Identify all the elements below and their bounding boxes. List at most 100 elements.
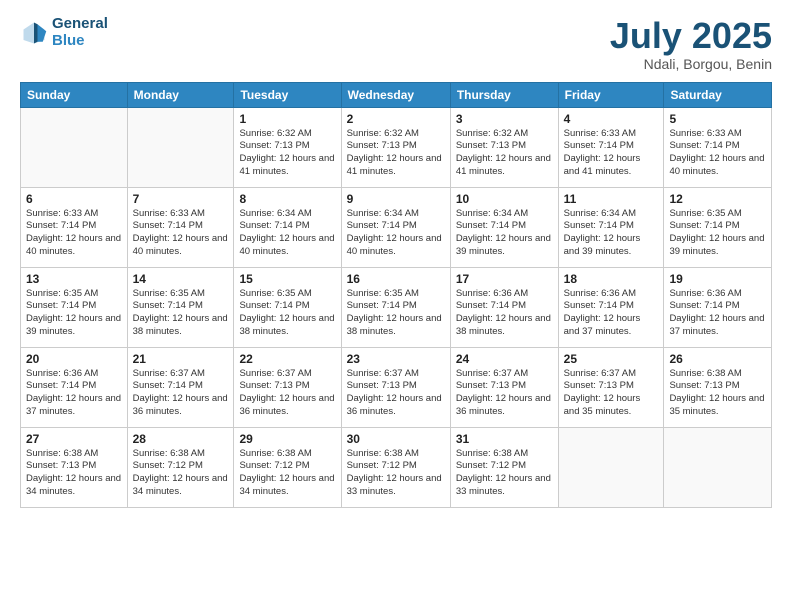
day-number: 11 xyxy=(564,192,659,206)
day-number: 20 xyxy=(26,352,122,366)
calendar-cell xyxy=(21,107,128,187)
calendar-week-row: 1 Sunrise: 6:32 AM Sunset: 7:13 PM Daylig… xyxy=(21,107,772,187)
day-number: 5 xyxy=(669,112,766,126)
calendar-cell: 13 Sunrise: 6:35 AM Sunset: 7:14 PM Dayli… xyxy=(21,267,128,347)
month-title: July 2025 xyxy=(610,16,772,56)
calendar-cell: 23 Sunrise: 6:37 AM Sunset: 7:13 PM Dayli… xyxy=(341,347,450,427)
calendar-cell: 8 Sunrise: 6:34 AM Sunset: 7:14 PM Daylig… xyxy=(234,187,341,267)
day-info: Sunrise: 6:38 AM Sunset: 7:12 PM Dayligh… xyxy=(133,448,229,499)
calendar-cell: 2 Sunrise: 6:32 AM Sunset: 7:13 PM Daylig… xyxy=(341,107,450,187)
day-info: Sunrise: 6:37 AM Sunset: 7:13 PM Dayligh… xyxy=(564,368,659,419)
day-number: 25 xyxy=(564,352,659,366)
weekday-header: Thursday xyxy=(450,82,558,107)
day-number: 29 xyxy=(239,432,335,446)
day-info: Sunrise: 6:32 AM Sunset: 7:13 PM Dayligh… xyxy=(456,128,553,179)
calendar-cell: 16 Sunrise: 6:35 AM Sunset: 7:14 PM Dayli… xyxy=(341,267,450,347)
day-info: Sunrise: 6:38 AM Sunset: 7:12 PM Dayligh… xyxy=(456,448,553,499)
calendar: SundayMondayTuesdayWednesdayThursdayFrid… xyxy=(20,82,772,508)
day-info: Sunrise: 6:35 AM Sunset: 7:14 PM Dayligh… xyxy=(26,288,122,339)
calendar-cell: 31 Sunrise: 6:38 AM Sunset: 7:12 PM Dayli… xyxy=(450,427,558,507)
weekday-header: Sunday xyxy=(21,82,128,107)
day-info: Sunrise: 6:34 AM Sunset: 7:14 PM Dayligh… xyxy=(456,208,553,259)
page: General Blue July 2025 Ndali, Borgou, Be… xyxy=(0,0,792,612)
calendar-cell: 22 Sunrise: 6:37 AM Sunset: 7:13 PM Dayli… xyxy=(234,347,341,427)
day-number: 14 xyxy=(133,272,229,286)
day-number: 30 xyxy=(347,432,445,446)
calendar-week-row: 27 Sunrise: 6:38 AM Sunset: 7:13 PM Dayli… xyxy=(21,427,772,507)
day-info: Sunrise: 6:36 AM Sunset: 7:14 PM Dayligh… xyxy=(26,368,122,419)
calendar-cell: 3 Sunrise: 6:32 AM Sunset: 7:13 PM Daylig… xyxy=(450,107,558,187)
day-info: Sunrise: 6:37 AM Sunset: 7:14 PM Dayligh… xyxy=(133,368,229,419)
day-info: Sunrise: 6:33 AM Sunset: 7:14 PM Dayligh… xyxy=(26,208,122,259)
day-info: Sunrise: 6:33 AM Sunset: 7:14 PM Dayligh… xyxy=(564,128,659,179)
calendar-week-row: 13 Sunrise: 6:35 AM Sunset: 7:14 PM Dayli… xyxy=(21,267,772,347)
day-number: 1 xyxy=(239,112,335,126)
day-number: 18 xyxy=(564,272,659,286)
day-info: Sunrise: 6:38 AM Sunset: 7:12 PM Dayligh… xyxy=(347,448,445,499)
location-title: Ndali, Borgou, Benin xyxy=(610,56,772,72)
day-number: 28 xyxy=(133,432,229,446)
day-info: Sunrise: 6:38 AM Sunset: 7:13 PM Dayligh… xyxy=(669,368,766,419)
day-info: Sunrise: 6:38 AM Sunset: 7:12 PM Dayligh… xyxy=(239,448,335,499)
day-info: Sunrise: 6:34 AM Sunset: 7:14 PM Dayligh… xyxy=(347,208,445,259)
calendar-cell: 26 Sunrise: 6:38 AM Sunset: 7:13 PM Dayli… xyxy=(664,347,772,427)
title-block: July 2025 Ndali, Borgou, Benin xyxy=(610,16,772,72)
day-info: Sunrise: 6:35 AM Sunset: 7:14 PM Dayligh… xyxy=(133,288,229,339)
calendar-cell: 9 Sunrise: 6:34 AM Sunset: 7:14 PM Daylig… xyxy=(341,187,450,267)
calendar-cell: 21 Sunrise: 6:37 AM Sunset: 7:14 PM Dayli… xyxy=(127,347,234,427)
day-number: 4 xyxy=(564,112,659,126)
logo-icon xyxy=(20,19,48,47)
calendar-cell: 14 Sunrise: 6:35 AM Sunset: 7:14 PM Dayli… xyxy=(127,267,234,347)
calendar-cell: 15 Sunrise: 6:35 AM Sunset: 7:14 PM Dayli… xyxy=(234,267,341,347)
calendar-cell: 25 Sunrise: 6:37 AM Sunset: 7:13 PM Dayli… xyxy=(558,347,664,427)
calendar-cell: 7Sunrise: 6:33 AM Sunset: 7:14 PM Daylig… xyxy=(127,187,234,267)
logo: General Blue xyxy=(20,16,108,49)
day-info: Sunrise: 6:34 AM Sunset: 7:14 PM Dayligh… xyxy=(239,208,335,259)
day-info: Sunrise: 6:35 AM Sunset: 7:14 PM Dayligh… xyxy=(239,288,335,339)
day-info: Sunrise: 6:32 AM Sunset: 7:13 PM Dayligh… xyxy=(347,128,445,179)
header: General Blue July 2025 Ndali, Borgou, Be… xyxy=(20,16,772,72)
day-info: Sunrise: 6:38 AM Sunset: 7:13 PM Dayligh… xyxy=(26,448,122,499)
day-info: Sunrise: 6:37 AM Sunset: 7:13 PM Dayligh… xyxy=(347,368,445,419)
calendar-cell xyxy=(558,427,664,507)
calendar-cell: 19Sunrise: 6:36 AM Sunset: 7:14 PM Dayli… xyxy=(664,267,772,347)
weekday-header: Saturday xyxy=(664,82,772,107)
day-number: 27 xyxy=(26,432,122,446)
day-number: 16 xyxy=(347,272,445,286)
day-number: 23 xyxy=(347,352,445,366)
day-number: 9 xyxy=(347,192,445,206)
day-info: Sunrise: 6:35 AM Sunset: 7:14 PM Dayligh… xyxy=(347,288,445,339)
calendar-cell xyxy=(664,427,772,507)
day-info: Sunrise: 6:37 AM Sunset: 7:13 PM Dayligh… xyxy=(456,368,553,419)
day-number: 22 xyxy=(239,352,335,366)
calendar-cell: 17Sunrise: 6:36 AM Sunset: 7:14 PM Dayli… xyxy=(450,267,558,347)
day-number: 8 xyxy=(239,192,335,206)
calendar-week-row: 20 Sunrise: 6:36 AM Sunset: 7:14 PM Dayli… xyxy=(21,347,772,427)
weekday-header: Tuesday xyxy=(234,82,341,107)
day-number: 15 xyxy=(239,272,335,286)
day-number: 31 xyxy=(456,432,553,446)
day-number: 26 xyxy=(669,352,766,366)
day-info: Sunrise: 6:37 AM Sunset: 7:13 PM Dayligh… xyxy=(239,368,335,419)
calendar-cell xyxy=(127,107,234,187)
logo-text: General Blue xyxy=(52,16,108,49)
day-info: Sunrise: 6:33 AM Sunset: 7:14 PM Dayligh… xyxy=(133,208,229,259)
day-number: 13 xyxy=(26,272,122,286)
day-number: 12 xyxy=(669,192,766,206)
day-number: 21 xyxy=(133,352,229,366)
day-info: Sunrise: 6:34 AM Sunset: 7:14 PM Dayligh… xyxy=(564,208,659,259)
calendar-cell: 10Sunrise: 6:34 AM Sunset: 7:14 PM Dayli… xyxy=(450,187,558,267)
weekday-header: Monday xyxy=(127,82,234,107)
day-number: 2 xyxy=(347,112,445,126)
day-number: 3 xyxy=(456,112,553,126)
weekday-header: Friday xyxy=(558,82,664,107)
day-info: Sunrise: 6:33 AM Sunset: 7:14 PM Dayligh… xyxy=(669,128,766,179)
calendar-cell: 30 Sunrise: 6:38 AM Sunset: 7:12 PM Dayli… xyxy=(341,427,450,507)
calendar-cell: 11 Sunrise: 6:34 AM Sunset: 7:14 PM Dayli… xyxy=(558,187,664,267)
day-info: Sunrise: 6:36 AM Sunset: 7:14 PM Dayligh… xyxy=(669,288,766,339)
calendar-week-row: 6Sunrise: 6:33 AM Sunset: 7:14 PM Daylig… xyxy=(21,187,772,267)
calendar-cell: 24Sunrise: 6:37 AM Sunset: 7:13 PM Dayli… xyxy=(450,347,558,427)
day-info: Sunrise: 6:36 AM Sunset: 7:14 PM Dayligh… xyxy=(456,288,553,339)
calendar-cell: 28 Sunrise: 6:38 AM Sunset: 7:12 PM Dayli… xyxy=(127,427,234,507)
calendar-cell: 5 Sunrise: 6:33 AM Sunset: 7:14 PM Daylig… xyxy=(664,107,772,187)
